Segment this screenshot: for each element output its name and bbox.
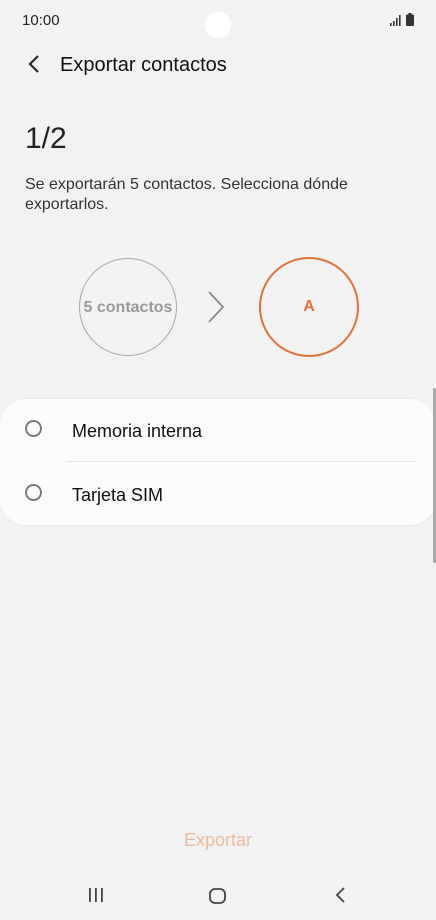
destination-label: A (303, 298, 315, 315)
option-internal-memory[interactable]: Memoria interna (0, 399, 436, 462)
signal-icon (390, 13, 402, 31)
storage-options-card: Memoria interna Tarjeta SIM (0, 399, 436, 525)
source-circle: 5 contactos (79, 258, 177, 356)
option-sim-card[interactable]: Tarjeta SIM (0, 463, 436, 525)
export-description: Se exportarán 5 contactos. Selecciona dó… (25, 176, 348, 213)
status-bar: 10:00 (0, 0, 436, 44)
navigation-bar (0, 870, 436, 920)
export-button[interactable]: Exportar (0, 830, 436, 851)
source-label: 5 contactos (83, 298, 173, 316)
home-icon[interactable] (208, 887, 228, 910)
chevron-left-icon (28, 54, 40, 78)
option-label: Memoria interna (72, 421, 203, 441)
status-icons (390, 13, 414, 31)
back-button[interactable] (20, 52, 48, 80)
nav-back-icon[interactable] (333, 886, 347, 909)
radio-button[interactable] (25, 420, 42, 437)
step-indicator: 1/2 (25, 122, 67, 155)
status-time: 10:00 (22, 12, 60, 29)
page-title: Exportar contactos (60, 54, 227, 76)
radio-button[interactable] (25, 484, 42, 501)
destination-circle: A (259, 257, 359, 357)
recent-apps-icon[interactable] (87, 887, 105, 908)
divider (66, 461, 416, 462)
option-label: Tarjeta SIM (72, 485, 164, 505)
app-header: Exportar contactos (0, 44, 436, 88)
camera-cutout (205, 12, 231, 38)
chevron-right-icon (203, 288, 227, 331)
battery-icon (406, 13, 414, 31)
